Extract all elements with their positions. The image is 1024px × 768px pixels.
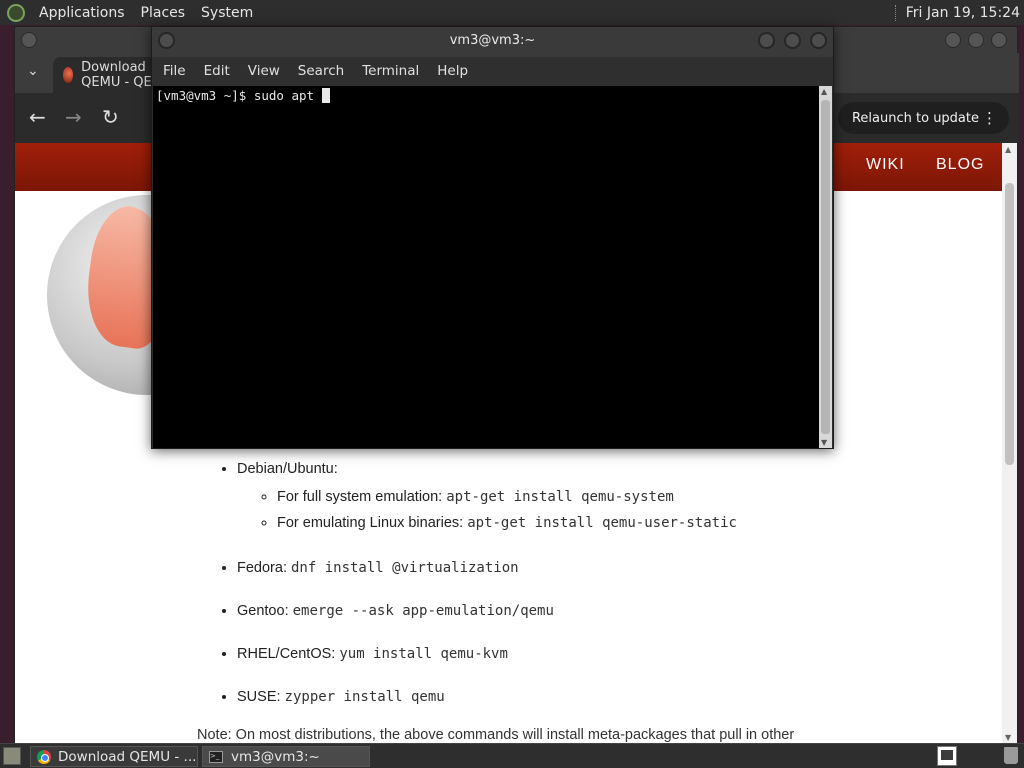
scroll-up-icon[interactable]: ▲ — [1005, 145, 1011, 154]
close-button[interactable] — [991, 32, 1007, 48]
item-text: For emulating Linux binaries: — [277, 515, 468, 531]
distro-label: SUSE: — [237, 689, 285, 705]
install-instructions: Debian/Ubuntu: For full system emulation… — [197, 458, 897, 743]
menu-search[interactable]: Search — [289, 63, 353, 79]
relaunch-button[interactable]: Relaunch to update ⋮ — [837, 102, 1009, 134]
distro-label: RHEL/CentOS: — [237, 646, 340, 662]
list-item: Gentoo: emerge --ask app-emulation/qemu — [237, 600, 897, 622]
menu-edit[interactable]: Edit — [195, 63, 239, 79]
command-code: dnf install @virtualization — [291, 560, 519, 576]
scrollbar-thumb[interactable] — [821, 100, 830, 434]
workspace-switcher[interactable] — [937, 746, 957, 766]
kebab-menu-icon[interactable]: ⋮ — [982, 109, 997, 127]
item-text: For full system emulation: — [277, 489, 447, 505]
chrome-icon — [37, 749, 51, 764]
list-item: For emulating Linux binaries: apt-get in… — [277, 510, 897, 536]
taskbar-item-terminal[interactable]: >_ vm3@vm3:~ — [202, 746, 370, 767]
scroll-down-icon[interactable]: ▼ — [821, 438, 827, 447]
tab-search-icon[interactable]: ⌄ — [27, 63, 39, 79]
task-label: Download QEMU - ... — [58, 748, 197, 765]
trash-icon[interactable] — [1004, 747, 1018, 764]
list-item: Debian/Ubuntu: For full system emulation… — [237, 458, 897, 536]
nav-link-wiki[interactable]: WIKI — [866, 156, 905, 174]
list-item: For full system emulation: apt-get insta… — [277, 484, 897, 510]
taskbar-item-browser[interactable]: Download QEMU - ... — [30, 746, 198, 767]
menu-terminal[interactable]: Terminal — [353, 63, 428, 79]
relaunch-label: Relaunch to update — [851, 110, 979, 126]
menu-help[interactable]: Help — [428, 63, 477, 79]
distro-label: Debian/Ubuntu: — [237, 461, 338, 477]
command-code: apt-get install qemu-system — [446, 489, 674, 505]
terminal-scrollbar[interactable]: ▲ ▼ — [819, 86, 832, 448]
window-menu-icon[interactable] — [21, 32, 37, 48]
scroll-down-icon[interactable]: ▼ — [1005, 733, 1011, 742]
window-menu-icon[interactable] — [158, 32, 175, 49]
reload-icon[interactable]: ↻ — [102, 105, 119, 129]
panel-separator — [894, 4, 898, 21]
terminal-screen[interactable]: [vm3@vm3 ~]$ sudo apt — [153, 86, 819, 448]
menu-view[interactable]: View — [239, 63, 289, 79]
back-arrow-icon[interactable]: ← — [29, 105, 46, 129]
minimize-button[interactable] — [945, 32, 961, 48]
command-code: apt-get install qemu-user-static — [467, 515, 737, 531]
shell-prompt: [vm3@vm3 ~]$ — [156, 88, 254, 103]
top-panel: Applications Places System Fri Jan 19, 1… — [0, 0, 1024, 25]
nav-link-blog[interactable]: BLOG — [936, 156, 984, 174]
distro-logo-icon[interactable] — [7, 3, 25, 22]
bottom-panel: Download QEMU - ... >_ vm3@vm3:~ — [0, 743, 1024, 768]
terminal-window: vm3@vm3:~ File Edit View Search Terminal… — [151, 26, 834, 449]
show-desktop-icon[interactable] — [3, 747, 21, 765]
places-menu[interactable]: Places — [133, 5, 194, 21]
list-item: SUSE: zypper install qemu — [237, 686, 897, 708]
menu-file[interactable]: File — [154, 63, 195, 79]
command-code: emerge --ask app-emulation/qemu — [292, 603, 554, 619]
terminal-icon: >_ — [209, 750, 223, 763]
terminal-title[interactable]: vm3@vm3:~ — [152, 27, 833, 57]
command-code: zypper install qemu — [284, 689, 445, 705]
task-label: vm3@vm3:~ — [231, 748, 320, 765]
scroll-up-icon[interactable]: ▲ — [821, 87, 827, 96]
applications-menu[interactable]: Applications — [31, 5, 133, 21]
scrollbar-thumb[interactable] — [1005, 183, 1014, 465]
clock[interactable]: Fri Jan 19, 15:24 — [906, 5, 1024, 21]
note-text: Note: On most distributions, the above c… — [197, 727, 795, 743]
list-item: RHEL/CentOS: yum install qemu-kvm — [237, 643, 897, 665]
text-cursor — [321, 88, 330, 103]
list-item: Fedora: dnf install @virtualization — [237, 557, 897, 579]
distro-label: Gentoo: — [237, 603, 293, 619]
maximize-button[interactable] — [968, 32, 984, 48]
system-menu[interactable]: System — [193, 5, 261, 21]
forward-arrow-icon[interactable]: → — [65, 105, 82, 129]
minimize-button[interactable] — [758, 32, 775, 49]
page-scrollbar[interactable]: ▲ ▼ — [1002, 143, 1017, 744]
close-button[interactable] — [810, 32, 827, 49]
distro-label: Fedora: — [237, 560, 291, 576]
typed-command: sudo apt — [253, 88, 322, 103]
maximize-button[interactable] — [784, 32, 801, 49]
command-code: yum install qemu-kvm — [339, 646, 508, 662]
terminal-menubar: File Edit View Search Terminal Help — [152, 57, 833, 85]
qemu-favicon-icon — [63, 67, 74, 83]
